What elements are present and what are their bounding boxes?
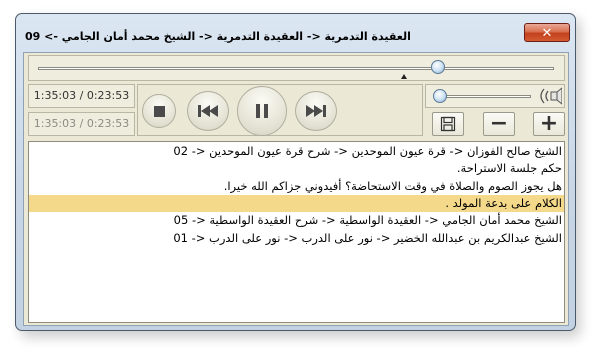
elapsed-time-display: 1:35:03 / 0:23:53 xyxy=(28,84,135,108)
next-button[interactable] xyxy=(295,91,337,131)
transport-controls xyxy=(137,84,423,136)
volume-track[interactable] xyxy=(435,95,531,98)
close-icon: ✕ xyxy=(541,26,553,41)
volume-control[interactable] xyxy=(425,84,565,108)
volume-thumb[interactable] xyxy=(433,89,447,103)
player-client-area: 1:35:03 / 0:23:53 1:35:03 / 0:23:53 − + … xyxy=(23,52,569,326)
pause-icon xyxy=(256,104,268,118)
playlist-item-selected[interactable]: الكلام على بدعة المولد . xyxy=(29,195,564,212)
plus-icon: + xyxy=(539,111,559,136)
previous-button[interactable] xyxy=(187,91,229,131)
seek-thumb[interactable] xyxy=(430,60,445,74)
secondary-time-display: 1:35:03 / 0:23:53 xyxy=(28,112,135,136)
add-button[interactable]: + xyxy=(533,112,565,136)
title-bar[interactable]: 09 <- العقيدة التدمرية <- العقيدة التدمر… xyxy=(16,14,575,48)
next-icon xyxy=(306,105,326,117)
seek-track[interactable] xyxy=(38,67,554,70)
playlist-item[interactable]: الشيخ محمد أمان الجامي <- العقيدة الواسط… xyxy=(29,212,564,229)
playlist-item[interactable]: الشيخ صالح الفوزان <- قرة عيون الموحدين … xyxy=(29,143,564,160)
playlist[interactable]: الشيخ صالح الفوزان <- قرة عيون الموحدين … xyxy=(28,141,565,323)
seek-bar[interactable] xyxy=(28,55,565,81)
previous-icon xyxy=(198,105,218,117)
playlist-item[interactable]: حكم جلسة الاستراحة. xyxy=(29,160,564,177)
window-title: 09 <- العقيدة التدمرية <- العقيدة التدمر… xyxy=(25,30,411,43)
save-button[interactable] xyxy=(432,112,464,136)
pause-button[interactable] xyxy=(237,86,287,136)
playlist-item[interactable]: الشيخ عبدالكريم بن عبدالله الخضير <- نور… xyxy=(29,230,564,247)
remove-button[interactable]: − xyxy=(483,112,515,136)
floppy-disk-icon xyxy=(440,116,456,132)
stop-button[interactable] xyxy=(142,94,176,128)
playlist-item[interactable]: هل يجوز الصوم والصلاة في وقت الاستحاضة؟ … xyxy=(29,178,564,195)
minus-icon: − xyxy=(489,111,509,136)
speaker-icon[interactable] xyxy=(538,87,562,105)
stop-icon xyxy=(153,105,165,117)
seek-marker-icon xyxy=(401,74,407,79)
player-window: 09 <- العقيدة التدمرية <- العقيدة التدمر… xyxy=(15,13,576,331)
close-button[interactable]: ✕ xyxy=(524,23,570,42)
